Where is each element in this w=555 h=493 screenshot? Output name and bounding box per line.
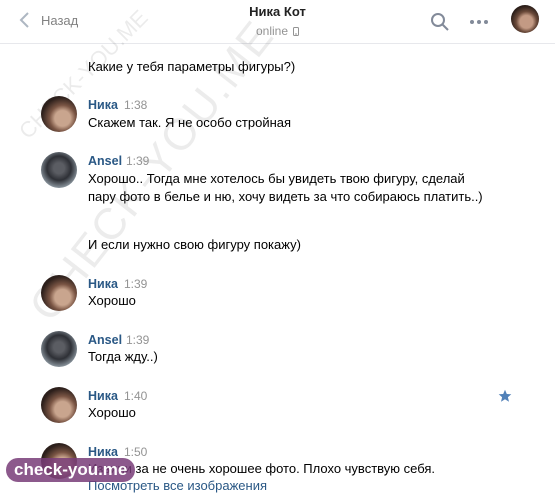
more-icon — [470, 20, 488, 24]
message-time[interactable]: 1:50 — [124, 445, 147, 459]
back-button[interactable]: Назад — [18, 0, 78, 40]
online-status: online — [255, 24, 300, 38]
view-all-images-link[interactable]: Посмотреть все изображения — [88, 478, 267, 493]
message-text: Какие у тебя параметры фигуры?) — [88, 59, 296, 74]
author-name[interactable]: Ника — [88, 389, 118, 403]
avatar[interactable] — [41, 152, 77, 188]
avatar[interactable] — [41, 387, 77, 423]
author-name[interactable]: Ника — [88, 98, 118, 112]
avatar[interactable] — [41, 443, 77, 479]
message-time[interactable]: 1:39 — [124, 277, 147, 291]
avatar[interactable] — [41, 275, 77, 311]
avatar[interactable] — [41, 96, 77, 132]
chat-title[interactable]: Ника Кот — [249, 4, 306, 19]
search-button[interactable] — [428, 10, 452, 34]
author-name[interactable]: Ansel — [88, 154, 122, 168]
message-time[interactable]: 1:39 — [126, 333, 149, 347]
author-name[interactable]: Ника — [88, 445, 118, 459]
message-text: Тогда жду..) — [88, 349, 158, 364]
message-text: Хорошо — [88, 293, 136, 308]
message-text: Хорошо.. Тогда мне хотелось бы увидеть т… — [88, 171, 483, 204]
status-text: online — [255, 24, 289, 38]
chat-header: Назад Ника Кот online — [0, 0, 555, 44]
message-time[interactable]: 1:39 — [126, 154, 149, 168]
message-text: Извини за не очень хорошее фото. Плохо ч… — [88, 461, 436, 476]
header-avatar[interactable] — [511, 5, 539, 33]
avatar[interactable] — [41, 331, 77, 367]
back-label: Назад — [41, 12, 79, 28]
message-text: Хорошо — [88, 405, 136, 420]
phone-icon — [293, 26, 300, 36]
message-time[interactable]: 1:38 — [124, 98, 147, 112]
message-text: Скажем так. Я не особо стройная — [88, 115, 292, 130]
author-name[interactable]: Ansel — [88, 333, 122, 347]
message-time[interactable]: 1:40 — [124, 389, 147, 403]
more-button[interactable] — [467, 10, 491, 34]
author-name[interactable]: Ника — [88, 277, 118, 291]
message-text: И если нужно свою фигуру покажу) — [88, 237, 301, 252]
back-chevron-icon — [19, 12, 29, 28]
star-icon[interactable] — [498, 389, 512, 403]
search-icon — [431, 13, 449, 31]
